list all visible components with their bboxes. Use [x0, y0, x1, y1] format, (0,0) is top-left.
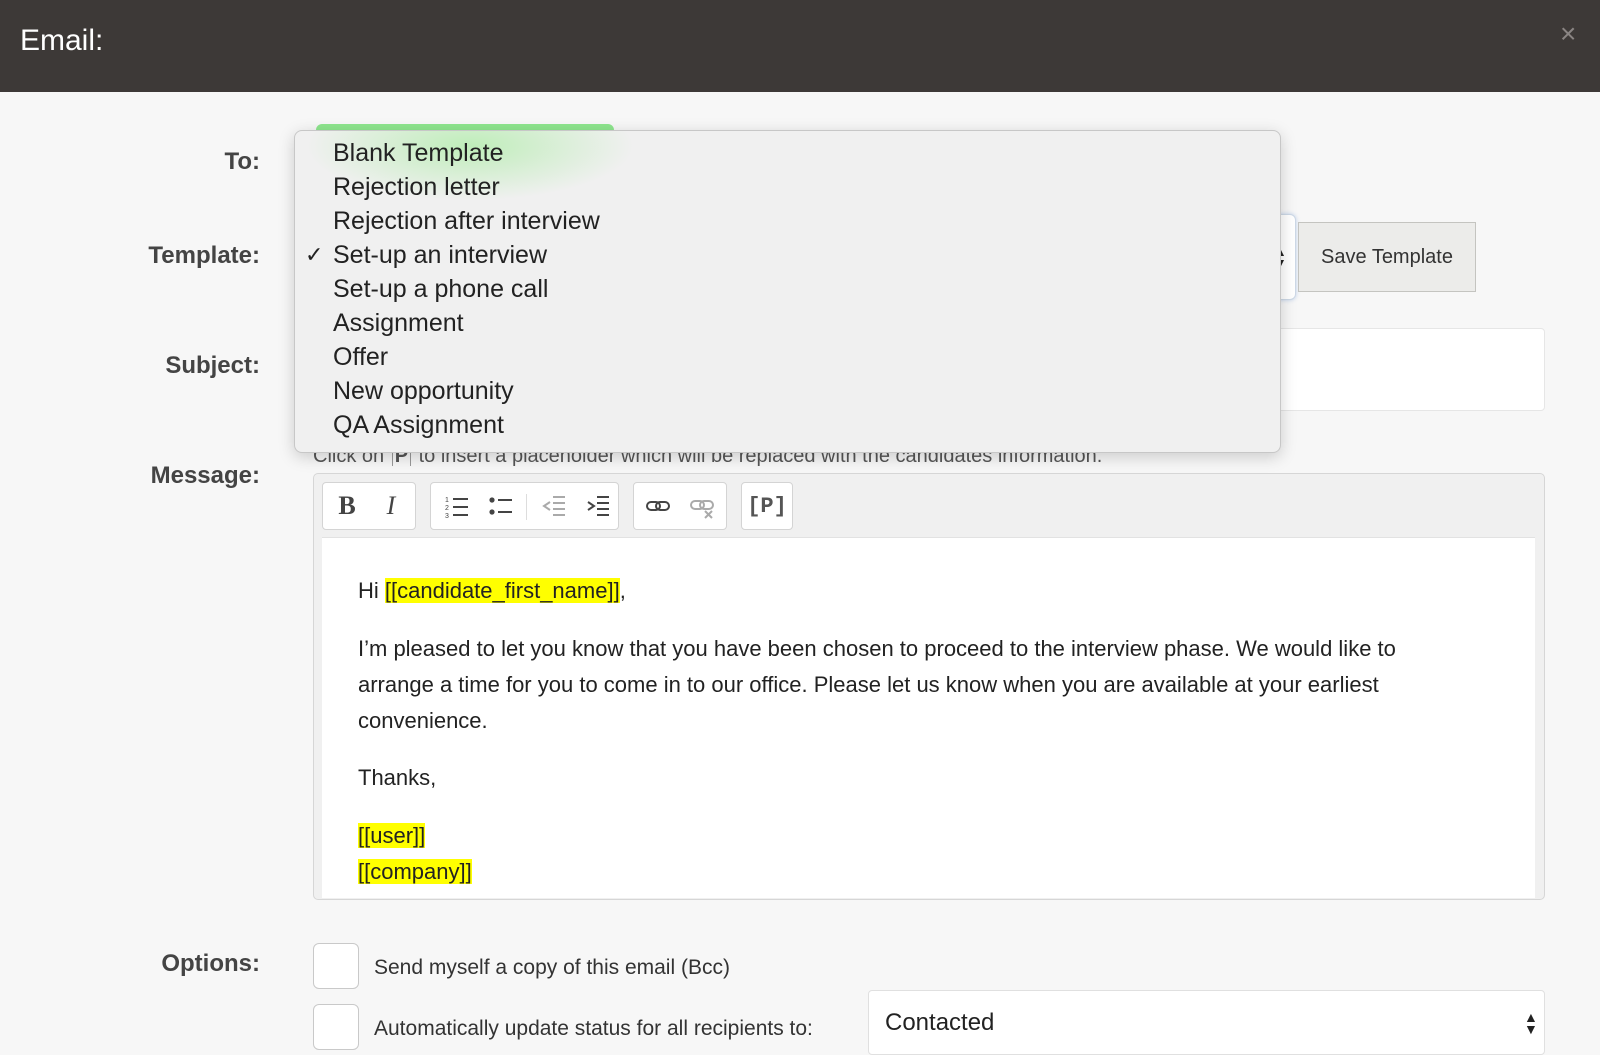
save-template-button[interactable]: Save Template	[1298, 222, 1476, 292]
dropdown-option-label: Rejection letter	[333, 173, 500, 201]
svg-text:2: 2	[445, 505, 449, 512]
message-body[interactable]: Hi [[candidate_first_name]], I’m pleased…	[322, 537, 1535, 898]
dropdown-option[interactable]: Set-up a phone call	[295, 272, 1280, 306]
outdent-button[interactable]	[532, 483, 576, 529]
dropdown-option-label: QA Assignment	[333, 411, 504, 439]
dropdown-option[interactable]: Offer	[295, 340, 1280, 374]
message-label: Message:	[150, 462, 260, 489]
svg-text:3: 3	[445, 513, 449, 519]
subject-input[interactable]	[1270, 328, 1545, 411]
bold-button[interactable]: B	[325, 483, 369, 529]
bold-icon: B	[338, 491, 356, 520]
modal-header: Email: ×	[0, 0, 1600, 92]
italic-icon: I	[386, 491, 396, 520]
candidate-placeholder: [[candidate_first_name]]	[384, 578, 620, 603]
company-placeholder: [[company]]	[358, 859, 472, 884]
options-label: Options:	[161, 950, 260, 977]
unlink-button[interactable]	[680, 483, 724, 529]
dropdown-option-label: Offer	[333, 343, 389, 371]
message-editor: B I 1 2 3 [P] Hi [[candidate_first_name]…	[313, 473, 1545, 900]
toolbar-link-group	[633, 482, 727, 530]
select-arrows-icon: ▲▼	[1524, 1009, 1538, 1037]
bcc-label: Send myself a copy of this email (Bcc)	[374, 956, 730, 979]
toolbar-format-group: B I	[322, 482, 416, 530]
dropdown-option-selected[interactable]: ✓ Set-up an interview	[295, 238, 1280, 272]
dropdown-option-label: New opportunity	[333, 377, 514, 405]
closing-line: Thanks,	[358, 765, 437, 790]
insert-placeholder-button[interactable]: [P]	[745, 483, 789, 529]
dropdown-option-label: Assignment	[333, 309, 464, 337]
ordered-list-icon: 1 2 3	[445, 497, 468, 519]
status-select[interactable]: Contacted ▲ ▼	[868, 990, 1545, 1055]
outdent-icon	[542, 496, 565, 516]
greeting-text: Hi	[358, 578, 385, 603]
signature-user: [[user]]	[358, 818, 426, 854]
link-icon	[646, 501, 670, 511]
message-paragraph: I’m pleased to let you know that you hav…	[358, 636, 1396, 733]
greeting-end: ,	[619, 578, 626, 603]
toolbar-list-group: 1 2 3	[430, 482, 619, 530]
dropdown-option[interactable]: Rejection after interview	[295, 204, 1280, 238]
dropdown-option[interactable]: Assignment	[295, 306, 1280, 340]
italic-button[interactable]: I	[369, 483, 413, 529]
user-placeholder: [[user]]	[358, 823, 426, 848]
link-button[interactable]	[636, 483, 680, 529]
bullet-list-button[interactable]	[479, 483, 523, 529]
template-label: Template:	[148, 242, 260, 269]
to-label: To:	[224, 148, 260, 175]
template-dropdown-menu: Blank Template Rejection letter Rejectio…	[294, 130, 1281, 453]
unlink-icon	[690, 500, 714, 519]
svg-text:1: 1	[445, 497, 449, 504]
placeholder-icon: [P]	[747, 493, 787, 519]
greeting-line: Hi [[candidate_first_name]],	[358, 573, 626, 609]
dropdown-option[interactable]: Rejection letter	[295, 170, 1280, 204]
dropdown-option-label: Blank Template	[333, 139, 504, 167]
signature-company: [[company]]	[358, 854, 472, 890]
modal-title: Email:	[20, 24, 104, 57]
status-select-value: Contacted	[885, 1009, 995, 1036]
bcc-checkbox[interactable]	[313, 943, 359, 989]
dropdown-option[interactable]: QA Assignment	[295, 408, 1280, 442]
toolbar-placeholder-group: [P]	[741, 482, 793, 530]
dropdown-option-label: Set-up an interview	[333, 241, 548, 269]
indent-icon	[587, 496, 609, 516]
update-status-checkbox[interactable]	[313, 1004, 359, 1050]
dropdown-option-label: Rejection after interview	[333, 207, 600, 235]
dropdown-option-label: Set-up a phone call	[333, 275, 549, 303]
indent-button[interactable]	[576, 483, 620, 529]
bullet-list-icon	[489, 497, 512, 515]
update-status-label: Automatically update status for all reci…	[374, 1017, 813, 1040]
ordered-list-button[interactable]: 1 2 3	[435, 483, 479, 529]
close-icon[interactable]: ×	[1560, 18, 1576, 50]
dropdown-option[interactable]: Blank Template	[295, 136, 1280, 170]
dropdown-option[interactable]: New opportunity	[295, 374, 1280, 408]
toolbar-divider	[526, 494, 527, 520]
check-icon: ✓	[305, 242, 324, 267]
subject-label: Subject:	[165, 352, 260, 379]
